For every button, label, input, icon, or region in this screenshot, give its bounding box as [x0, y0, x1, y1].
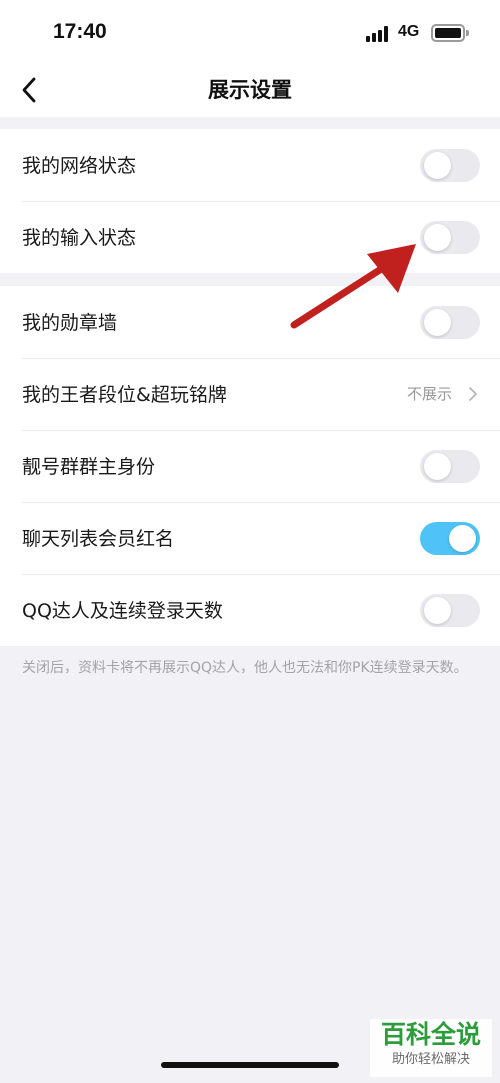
- setting-label: 我的勋章墙: [22, 312, 118, 334]
- setting-row-king-rank[interactable]: 我的王者段位&超玩铭牌 不展示: [0, 358, 500, 430]
- home-indicator[interactable]: [161, 1062, 339, 1068]
- signal-bars-icon: [366, 26, 388, 42]
- king-rank-value[interactable]: 不展示: [407, 382, 480, 406]
- setting-label: 我的网络状态: [22, 155, 137, 177]
- header-area: 17:40 4G 展示设置: [0, 0, 500, 117]
- setting-label: 我的王者段位&超玩铭牌: [22, 384, 227, 406]
- page-title: 展示设置: [208, 78, 292, 102]
- setting-row-network-status: 我的网络状态: [0, 129, 500, 201]
- network-status-toggle[interactable]: [420, 149, 480, 182]
- setting-row-input-status: 我的输入状态: [0, 201, 500, 273]
- settings-group-status: 我的网络状态 我的输入状态: [0, 129, 500, 273]
- vip-red-name-toggle[interactable]: [420, 522, 480, 555]
- setting-row-vip-red-name: 聊天列表会员红名: [0, 502, 500, 574]
- setting-row-qq-expert: QQ达人及连续登录天数: [0, 574, 500, 646]
- group-owner-toggle[interactable]: [420, 450, 480, 483]
- setting-label: QQ达人及连续登录天数: [22, 600, 223, 622]
- input-status-toggle[interactable]: [420, 221, 480, 254]
- setting-label: 聊天列表会员红名: [22, 528, 175, 550]
- footnote-text: 关闭后，资料卡将不再展示QQ达人，他人也无法和你PK连续登录天数。: [22, 660, 468, 676]
- settings-group-profile: 我的勋章墙 我的王者段位&超玩铭牌 不展示 靓号群群主身份 聊天列表会员红名 Q…: [0, 286, 500, 646]
- setting-label: 靓号群群主身份: [22, 456, 156, 478]
- setting-row-group-owner: 靓号群群主身份: [0, 430, 500, 502]
- setting-value: 不展示: [406, 385, 452, 403]
- status-time: 17:40: [53, 20, 107, 43]
- status-bar: 17:40 4G: [0, 0, 500, 66]
- battery-icon: [431, 24, 469, 42]
- nav-bar: 展示设置: [0, 66, 500, 112]
- watermark-main: 百科全说: [380, 1020, 481, 1049]
- medal-wall-toggle[interactable]: [420, 306, 480, 339]
- qq-expert-toggle[interactable]: [420, 594, 480, 627]
- watermark-logo: 百科全说 助你轻松解决: [370, 1019, 492, 1077]
- watermark-sub: 助你轻松解决: [391, 1052, 470, 1067]
- setting-row-medal-wall: 我的勋章墙: [0, 286, 500, 358]
- network-type: 4G: [398, 23, 420, 40]
- chevron-right-icon: [469, 387, 477, 401]
- setting-label: 我的输入状态: [22, 227, 137, 249]
